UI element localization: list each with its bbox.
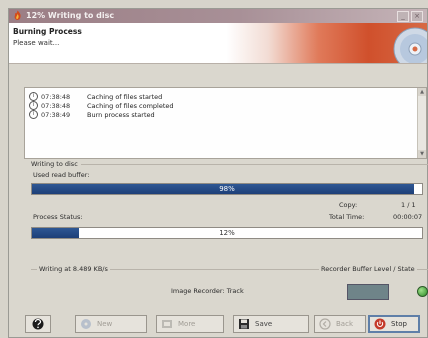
recorder-status-group: Writing at 8.489 KB/s Recorder Buffer Le…	[31, 265, 428, 308]
log-message: Burn process started	[87, 110, 155, 119]
button-row: New More Save Back Stop	[9, 315, 427, 337]
log-row: i 07:38:48 Caching of files started	[29, 92, 162, 101]
log-message: Caching of files completed	[87, 101, 174, 110]
burn-window: 12% Writing to disc _ × Burning Process …	[8, 8, 428, 338]
total-time-label: Total Time:	[329, 213, 365, 221]
header-subtitle: Please wait...	[13, 39, 60, 47]
title-bar: 12% Writing to disc _ ×	[9, 9, 427, 23]
log-time: 07:38:49	[41, 110, 71, 119]
recorder-state-led	[417, 286, 428, 297]
back-arrow-icon	[319, 318, 331, 330]
more-button-label: More	[178, 320, 196, 328]
copy-value: 1 / 1	[401, 201, 416, 209]
back-button[interactable]: Back	[314, 315, 366, 333]
process-status-label: Process Status:	[33, 213, 83, 221]
save-button[interactable]: Save	[233, 315, 309, 333]
buffer-level-label: Recorder Buffer Level / State	[319, 265, 417, 273]
disc-icon	[393, 27, 427, 63]
more-icon	[162, 320, 172, 328]
new-button[interactable]: New	[75, 315, 147, 333]
buffer-progress-bar: 98%	[31, 183, 423, 195]
info-icon: i	[29, 92, 38, 101]
stop-button-label: Stop	[391, 320, 407, 328]
log-message: Caching of files started	[87, 92, 163, 101]
help-button[interactable]	[25, 315, 51, 333]
header-banner: Burning Process Please wait...	[9, 23, 427, 64]
more-button[interactable]: More	[156, 315, 224, 333]
write-speed-text: Writing at 8.489 KB/s	[37, 265, 110, 273]
event-log[interactable]: i 07:38:48 Caching of files started i 07…	[24, 87, 427, 159]
help-icon	[32, 318, 44, 330]
stop-power-icon	[374, 318, 386, 330]
log-row: i 07:38:49 Burn process started	[29, 110, 155, 119]
info-icon: i	[29, 110, 38, 119]
recorder-buffer-level	[347, 284, 389, 300]
copy-label: Copy:	[339, 201, 358, 209]
process-progress-bar: 12%	[31, 227, 423, 239]
header-title: Burning Process	[13, 27, 82, 36]
log-time: 07:38:48	[41, 92, 71, 101]
writing-group: Writing to disc Used read buffer: 98% Co…	[31, 160, 428, 262]
save-button-label: Save	[255, 320, 273, 328]
back-button-label: Back	[336, 320, 353, 328]
app-flame-icon	[14, 10, 21, 20]
buffer-percent: 98%	[219, 185, 235, 193]
recorder-info: Image Recorder: Track	[171, 287, 244, 295]
scroll-down-icon[interactable]: ▼	[418, 150, 426, 158]
process-percent: 12%	[219, 229, 235, 237]
scroll-up-icon[interactable]: ▲	[418, 88, 426, 96]
buffer-label: Used read buffer:	[33, 171, 90, 179]
log-scrollbar[interactable]: ▲ ▼	[417, 88, 426, 158]
save-floppy-icon	[239, 319, 249, 329]
total-time-value: 00:00:07	[393, 213, 423, 221]
new-button-label: New	[97, 320, 113, 328]
log-row: i 07:38:48 Caching of files completed	[29, 101, 174, 110]
info-icon: i	[29, 101, 38, 110]
window-title: 12% Writing to disc	[26, 11, 115, 20]
new-disc-icon	[81, 319, 91, 329]
writing-group-label: Writing to disc	[31, 160, 81, 168]
stop-button[interactable]: Stop	[368, 315, 420, 333]
minimize-button[interactable]: _	[397, 11, 409, 22]
log-time: 07:38:48	[41, 101, 71, 110]
close-button[interactable]: ×	[411, 11, 423, 22]
